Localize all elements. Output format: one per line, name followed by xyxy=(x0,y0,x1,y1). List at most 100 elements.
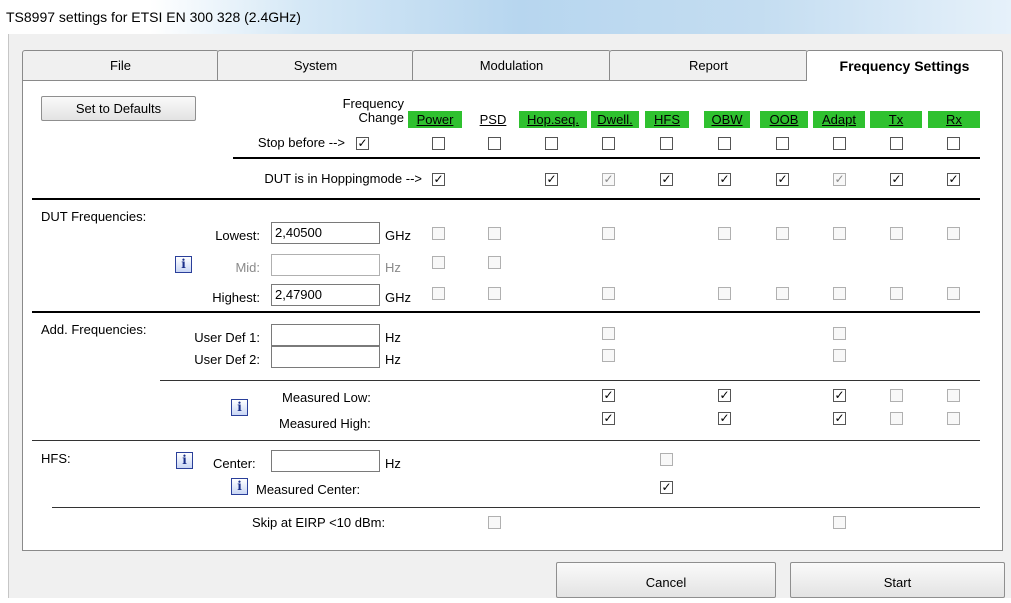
stop-before-obw-checkbox[interactable] xyxy=(718,137,731,150)
divider xyxy=(32,311,980,313)
measured-high-tx-checkbox xyxy=(890,412,903,425)
highest-dwell-checkbox xyxy=(602,287,615,300)
measured-low-rx-checkbox xyxy=(947,389,960,402)
user-def-1-unit: Hz xyxy=(385,330,401,345)
highest-unit: GHz xyxy=(385,290,411,305)
info-icon[interactable]: i xyxy=(231,478,248,495)
highest-rx-checkbox xyxy=(947,287,960,300)
hopping-obw-checkbox[interactable]: ✓ xyxy=(718,173,731,186)
user-def-2-input[interactable] xyxy=(271,346,380,368)
stop-before-tx-checkbox[interactable] xyxy=(890,137,903,150)
highest-frequency-input[interactable]: 2,47900 xyxy=(271,284,380,306)
lowest-oob-checkbox xyxy=(776,227,789,240)
measured-low-dwell-checkbox[interactable]: ✓ xyxy=(602,389,615,402)
measured-low-label: Measured Low: xyxy=(282,390,371,405)
lowest-psd-checkbox xyxy=(488,227,501,240)
center-frequency-input[interactable] xyxy=(271,450,380,472)
hopping-power-checkbox[interactable]: ✓ xyxy=(432,173,445,186)
measured-high-label: Measured High: xyxy=(279,416,371,431)
hopping-dwell-checkbox: ✓ xyxy=(602,172,615,186)
lowest-frequency-input[interactable]: 2,40500 xyxy=(271,222,380,244)
measured-high-rx-checkbox xyxy=(947,412,960,425)
hopping-hfs-checkbox[interactable]: ✓ xyxy=(660,173,673,186)
column-rx: Rx xyxy=(928,111,980,128)
center-label: Center: xyxy=(213,456,256,471)
mid-unit: Hz xyxy=(385,260,401,275)
column-adapt: Adapt xyxy=(813,111,865,128)
measured-high-adapt-checkbox[interactable]: ✓ xyxy=(833,412,846,425)
set-to-defaults-button[interactable]: Set to Defaults xyxy=(41,96,196,121)
measured-center-label: Measured Center: xyxy=(256,482,361,497)
hoppingmode-label: DUT is in Hoppingmode --> xyxy=(264,171,422,186)
info-icon[interactable]: i xyxy=(176,452,193,469)
lowest-power-checkbox xyxy=(432,227,445,240)
lowest-adapt-checkbox xyxy=(833,227,846,240)
divider xyxy=(160,380,980,381)
mid-frequency-input[interactable] xyxy=(271,254,380,276)
stop-before-power-checkbox[interactable] xyxy=(432,137,445,150)
hopping-hop-seq-checkbox[interactable]: ✓ xyxy=(545,173,558,186)
stop-before-rx-checkbox[interactable] xyxy=(947,137,960,150)
stop-before-oob-checkbox[interactable] xyxy=(776,137,789,150)
dut-frequencies-label: DUT Frequencies: xyxy=(41,209,147,224)
column-hfs: HFS xyxy=(645,111,689,128)
user-def-1-adapt-checkbox xyxy=(833,327,846,340)
stop-before-frequency-change-checkbox[interactable]: ✓ xyxy=(356,137,369,150)
center-hfs-checkbox xyxy=(660,453,673,466)
highest-tx-checkbox xyxy=(890,287,903,300)
stop-before-adapt-checkbox[interactable] xyxy=(833,137,846,150)
user-def-2-adapt-checkbox xyxy=(833,349,846,362)
cancel-button[interactable]: Cancel xyxy=(556,562,776,598)
highest-obw-checkbox xyxy=(718,287,731,300)
highest-psd-checkbox xyxy=(488,287,501,300)
frequency-change-label: Frequency Change xyxy=(342,96,404,125)
user-def-2-label: User Def 2: xyxy=(194,352,260,367)
measured-low-adapt-checkbox[interactable]: ✓ xyxy=(833,389,846,402)
column-power: Power xyxy=(408,111,462,128)
hopping-tx-checkbox[interactable]: ✓ xyxy=(890,173,903,186)
info-icon[interactable]: i xyxy=(231,399,248,416)
divider xyxy=(52,507,980,508)
user-def-2-dwell-checkbox xyxy=(602,349,615,362)
highest-label: Highest: xyxy=(212,290,260,305)
user-def-1-dwell-checkbox xyxy=(602,327,615,340)
divider xyxy=(32,198,980,200)
highest-power-checkbox xyxy=(432,287,445,300)
column-psd: PSD xyxy=(479,112,507,127)
user-def-1-label: User Def 1: xyxy=(194,330,260,345)
stop-before-psd-checkbox[interactable] xyxy=(488,137,501,150)
lowest-tx-checkbox xyxy=(890,227,903,240)
stop-before-dwell-checkbox[interactable] xyxy=(602,137,615,150)
measured-low-obw-checkbox[interactable]: ✓ xyxy=(718,389,731,402)
stop-before-hfs-checkbox[interactable] xyxy=(660,137,673,150)
hopping-oob-checkbox[interactable]: ✓ xyxy=(776,173,789,186)
column-hop-seq: Hop.seq. xyxy=(519,111,587,128)
column-dwell: Dwell. xyxy=(591,111,639,128)
skip-eirp-label: Skip at EIRP <10 dBm: xyxy=(252,515,386,530)
start-button[interactable]: Start xyxy=(790,562,1005,598)
skip-eirp-psd-checkbox xyxy=(488,516,501,529)
mid-psd-checkbox xyxy=(488,256,501,269)
highest-oob-checkbox xyxy=(776,287,789,300)
highest-adapt-checkbox xyxy=(833,287,846,300)
measured-high-dwell-checkbox[interactable]: ✓ xyxy=(602,412,615,425)
hopping-rx-checkbox[interactable]: ✓ xyxy=(947,173,960,186)
measured-center-hfs-checkbox[interactable]: ✓ xyxy=(660,481,673,494)
user-def-1-input[interactable] xyxy=(271,324,380,346)
lowest-dwell-checkbox xyxy=(602,227,615,240)
measured-high-obw-checkbox[interactable]: ✓ xyxy=(718,412,731,425)
user-def-2-unit: Hz xyxy=(385,352,401,367)
column-obw: OBW xyxy=(704,111,750,128)
skip-eirp-adapt-checkbox xyxy=(833,516,846,529)
lowest-obw-checkbox xyxy=(718,227,731,240)
hfs-label: HFS: xyxy=(41,451,71,466)
column-oob: OOB xyxy=(760,111,808,128)
lowest-label: Lowest: xyxy=(215,228,260,243)
mid-power-checkbox xyxy=(432,256,445,269)
lowest-rx-checkbox xyxy=(947,227,960,240)
center-unit: Hz xyxy=(385,456,401,471)
stop-before-label: Stop before --> xyxy=(257,135,345,150)
stop-before-hop-seq-checkbox[interactable] xyxy=(545,137,558,150)
divider xyxy=(233,157,980,159)
hopping-adapt-checkbox: ✓ xyxy=(833,172,846,186)
